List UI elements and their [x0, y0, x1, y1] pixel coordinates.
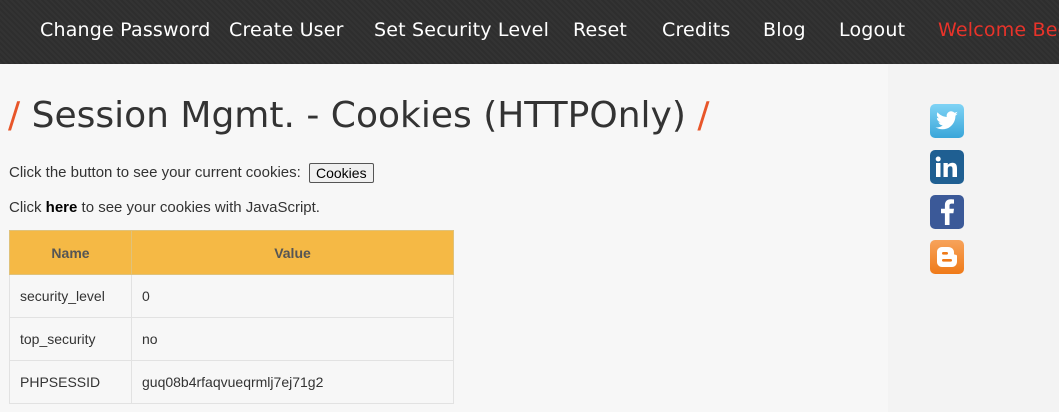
welcome-user: Welcome Bee: [938, 19, 1059, 41]
title-text: Session Mgmt. - Cookies (HTTPOnly): [31, 95, 686, 136]
cookie-value: no: [131, 317, 454, 361]
cookies-table: Name Value security_level 0 top_security…: [9, 230, 454, 404]
here-link[interactable]: here: [46, 199, 78, 216]
sidebar: [888, 64, 1059, 412]
linkedin-glyph: [935, 156, 957, 177]
cookies-intro-text: Click the button to see your current coo…: [9, 163, 301, 181]
table-header-row: Name Value: [9, 230, 454, 275]
twitter-icon[interactable]: [930, 104, 964, 138]
facebook-glyph: [941, 199, 954, 225]
header-name: Name: [9, 230, 132, 275]
cookie-value: guq08b4rfaqvueqrmlj7ej71g2: [131, 360, 454, 404]
nav-blog[interactable]: Blog: [763, 19, 806, 41]
header-value: Value: [131, 230, 454, 275]
cookie-value: 0: [131, 274, 454, 318]
twitter-bird-glyph: [935, 111, 958, 130]
table-row: security_level 0: [9, 274, 454, 318]
js-cookies-line: Click here to see your cookies with Java…: [9, 199, 320, 216]
cookie-name: security_level: [9, 274, 132, 318]
cookies-intro: Click the button to see your current coo…: [9, 163, 374, 183]
page-title: / Session Mgmt. - Cookies (HTTPOnly) /: [8, 95, 709, 136]
nav-reset[interactable]: Reset: [573, 19, 627, 41]
blogger-glyph: [937, 247, 957, 267]
linkedin-icon[interactable]: [930, 150, 964, 184]
nav-set-security-level[interactable]: Set Security Level: [374, 19, 549, 41]
table-row: top_security no: [9, 317, 454, 361]
nav-change-password[interactable]: Change Password: [40, 19, 211, 41]
nav-credits[interactable]: Credits: [662, 19, 730, 41]
table-row: PHPSESSID guq08b4rfaqvueqrmlj7ej71g2: [9, 360, 454, 404]
cookies-button[interactable]: Cookies: [308, 163, 374, 183]
title-slash-left: /: [8, 95, 21, 136]
cookie-name: PHPSESSID: [9, 360, 132, 404]
js-line-suffix: to see your cookies with JavaScript.: [81, 199, 320, 216]
cookie-name: top_security: [9, 317, 132, 361]
top-nav: Change Password Create User Set Security…: [0, 0, 1059, 64]
nav-create-user[interactable]: Create User: [229, 19, 344, 41]
nav-logout[interactable]: Logout: [839, 19, 905, 41]
title-slash-right: /: [697, 95, 710, 136]
js-line-prefix: Click: [9, 199, 42, 216]
blogger-icon[interactable]: [930, 240, 964, 274]
facebook-icon[interactable]: [930, 195, 964, 229]
